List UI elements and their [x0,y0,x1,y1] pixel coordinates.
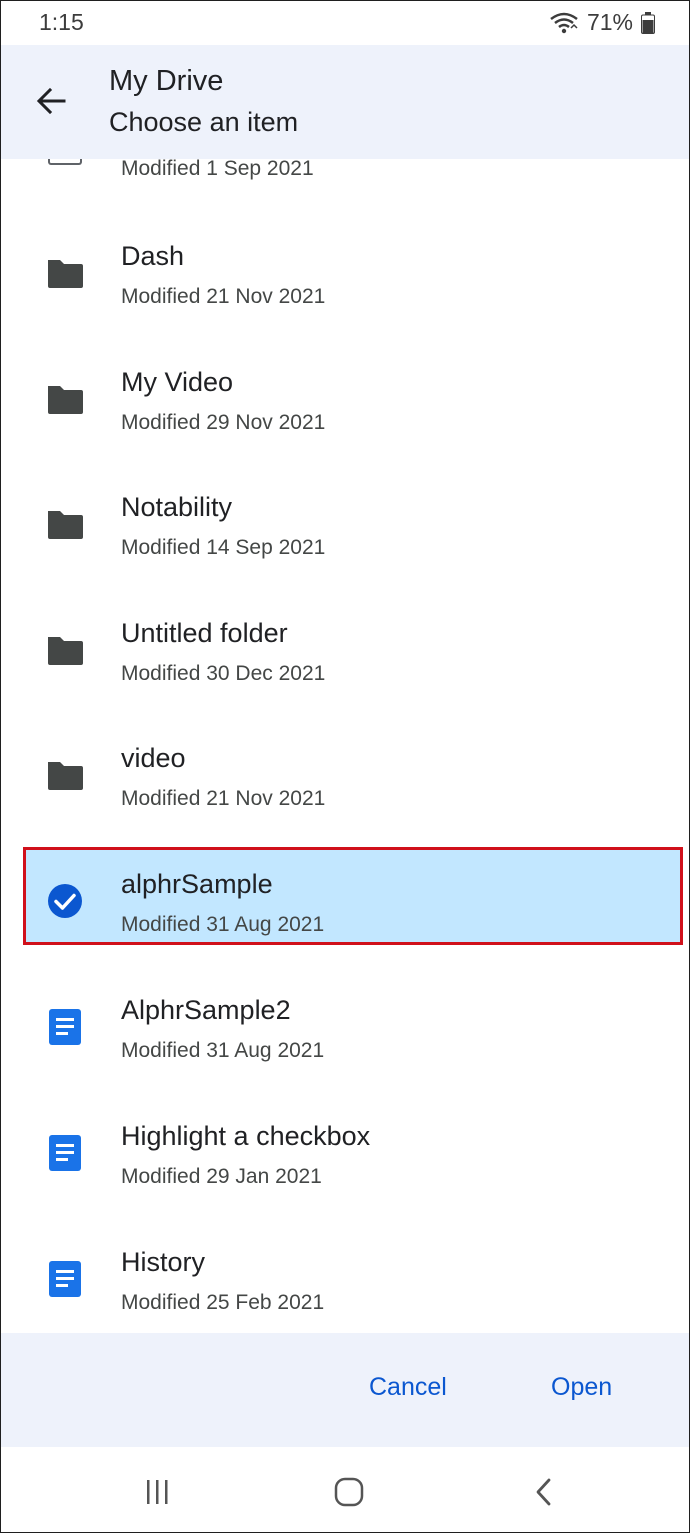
item-name: Notability [121,492,233,522]
status-indicators: 71% [549,9,655,36]
app-bar: My Drive Choose an item [1,45,689,159]
list-item[interactable]: Untitled folder Modified 30 Dec 2021 [1,582,689,708]
item-meta: Modified 14 Sep 2021 [121,536,326,559]
status-time: 1:15 [39,9,84,35]
item-name: Dash [121,241,185,271]
item-meta: Modified 21 Nov 2021 [121,787,326,810]
item-name: History [121,1247,206,1277]
page-title: My Drive [109,65,224,97]
folder-icon [45,253,85,293]
document-icon [48,159,82,165]
action-bar: Cancel Open [1,1333,689,1447]
check-circle-icon [45,881,85,921]
item-name: alphrSample [121,869,273,899]
item-meta: Modified 21 Nov 2021 [121,285,326,308]
folder-icon [45,379,85,419]
item-name: AlphrSample2 [121,995,291,1025]
item-meta: Modified 1 Sep 2021 [121,159,314,180]
list-item[interactable]: Highlight a checkbox Modified 29 Jan 202… [1,1085,689,1211]
item-meta: Modified 29 Jan 2021 [121,1165,322,1188]
list-item[interactable]: video Modified 21 Nov 2021 [1,707,689,833]
item-name: Untitled folder [121,618,288,648]
back-button[interactable] [23,73,79,129]
screen: 1:15 71% My Drive Choose an item Modifie… [0,0,690,1533]
status-bar: 1:15 71% [1,1,689,45]
item-meta: Modified 29 Nov 2021 [121,411,326,434]
page-subtitle: Choose an item [109,107,299,137]
document-icon [45,1007,85,1047]
home-icon[interactable] [331,1475,367,1509]
list-item[interactable]: AlphrSample2 Modified 31 Aug 2021 [1,959,689,1085]
document-icon [45,1259,85,1299]
item-meta: Modified 31 Aug 2021 [121,913,325,936]
list-item[interactable]: Modified 1 Sep 2021 [1,159,689,207]
cancel-button[interactable]: Cancel [369,1373,447,1402]
list-item[interactable]: Notability Modified 14 Sep 2021 [1,456,689,582]
list-item[interactable]: My Video Modified 29 Nov 2021 [1,331,689,457]
item-meta: Modified 25 Feb 2021 [121,1291,325,1314]
item-name: video [121,743,186,773]
file-list: Modified 1 Sep 2021 Dash Modified 21 Nov… [1,159,689,1333]
item-meta: Modified 30 Dec 2021 [121,662,326,685]
list-item[interactable]: History Modified 25 Feb 2021 [1,1211,689,1333]
folder-icon [45,630,85,670]
battery-percent: 71% [586,9,633,35]
folder-icon [45,504,85,544]
list-item-selected[interactable]: alphrSample Modified 31 Aug 2021 [1,833,689,959]
back-nav-icon[interactable] [525,1475,561,1509]
document-icon [45,1133,85,1173]
battery-icon [641,11,655,34]
open-button[interactable]: Open [551,1373,612,1402]
wifi-icon [550,12,578,33]
item-name: My Video [121,367,234,397]
item-meta: Modified 31 Aug 2021 [121,1039,325,1062]
list-item[interactable]: Dash Modified 21 Nov 2021 [1,205,689,331]
system-nav-bar [1,1447,689,1532]
folder-icon [45,755,85,795]
item-name: Highlight a checkbox [121,1121,371,1151]
arrow-left-icon [36,87,66,115]
recent-apps-icon[interactable] [139,1475,175,1509]
